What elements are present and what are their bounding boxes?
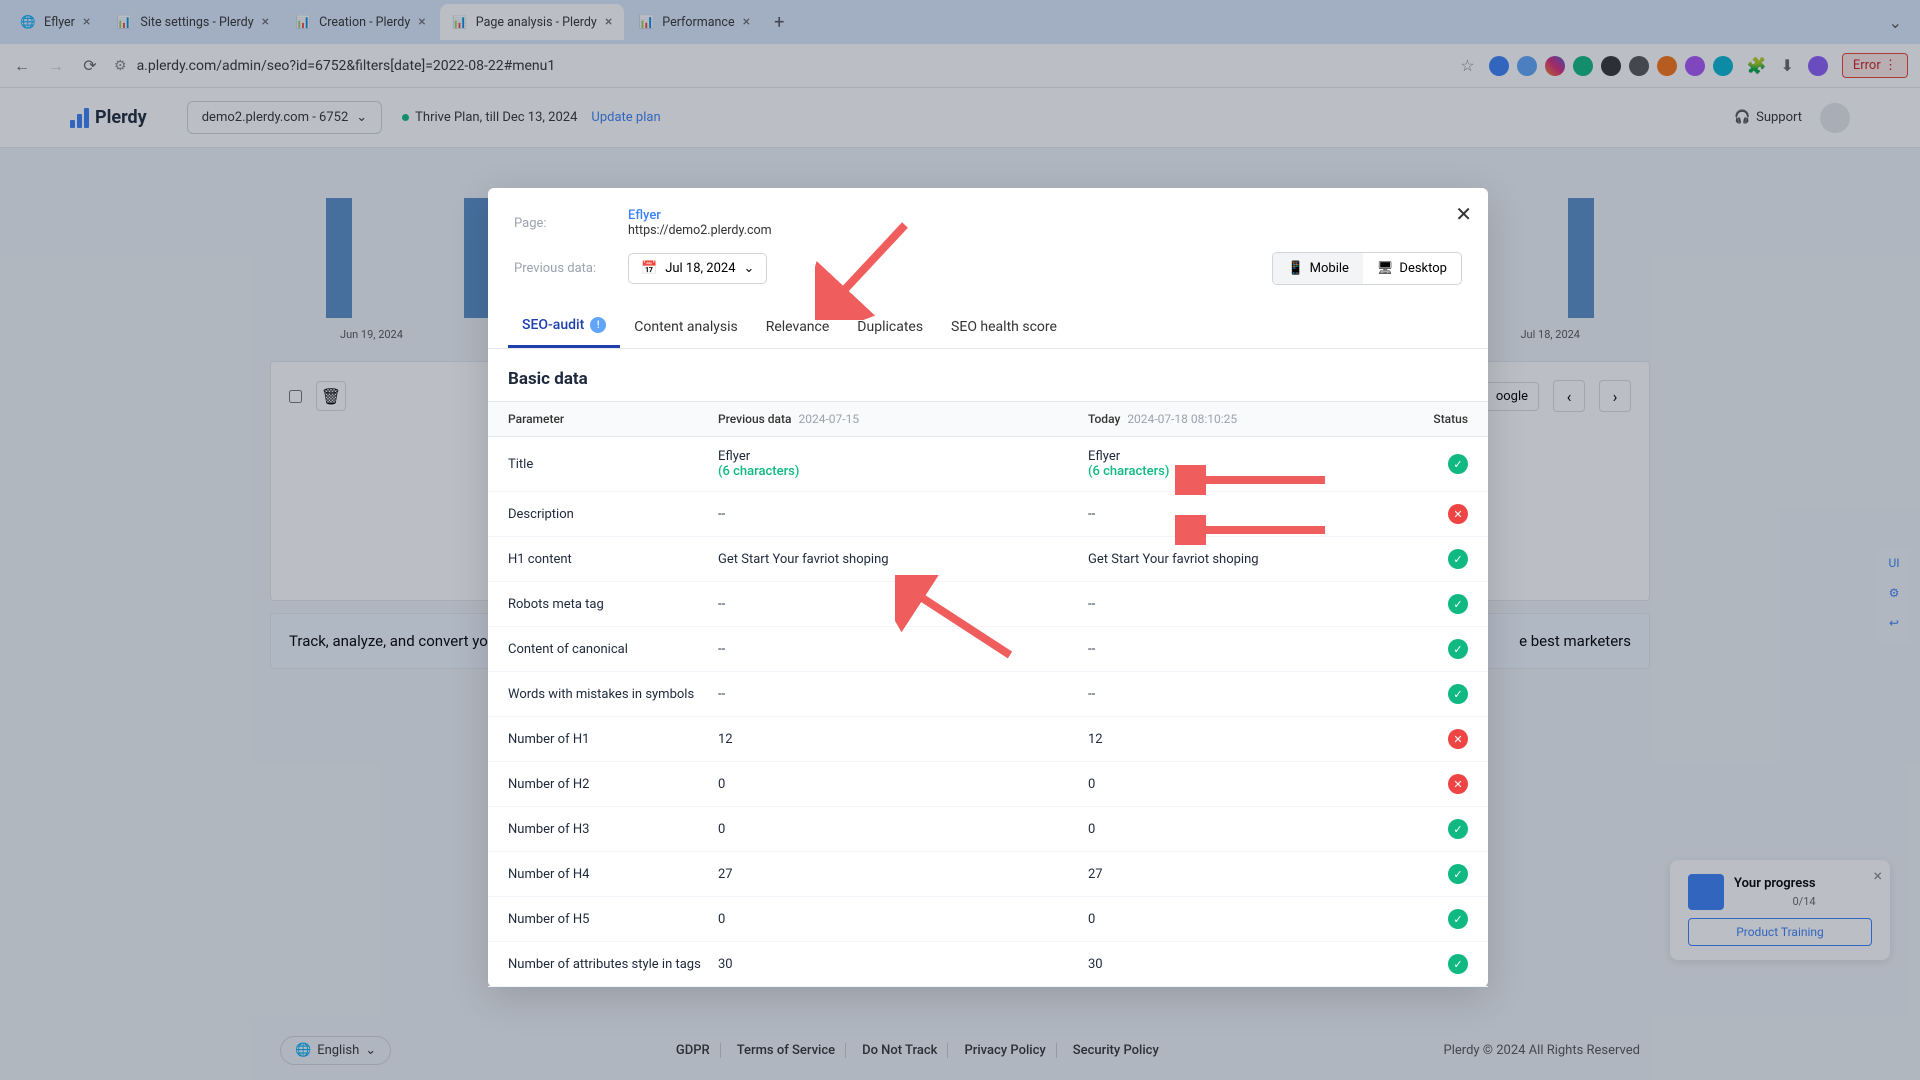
device-toggle: 📱 Mobile 🖥 Desktop	[1272, 252, 1462, 285]
tab-duplicates[interactable]: Duplicates	[843, 305, 937, 348]
cell-today: 30	[1088, 957, 1418, 972]
col-status: Status	[1433, 412, 1468, 426]
table-row: Words with mistakes in symbols----✓	[488, 672, 1488, 717]
status-ok-icon: ✓	[1448, 594, 1468, 614]
cell-prev: 27	[718, 867, 1088, 882]
table-row: TitleEflyer(6 characters)Eflyer(6 charac…	[488, 437, 1488, 492]
status-ok-icon: ✓	[1448, 639, 1468, 659]
seo-analysis-modal: ✕ Page: Eflyer https://demo2.plerdy.com …	[488, 188, 1488, 987]
tab-seo-health[interactable]: SEO health score	[937, 305, 1071, 348]
col-previous: Previous data	[718, 412, 792, 426]
mobile-label: Mobile	[1310, 261, 1349, 276]
status-ok-icon: ✓	[1448, 684, 1468, 704]
cell-param: Number of H3	[508, 822, 718, 837]
page-url: https://demo2.plerdy.com	[628, 223, 772, 238]
status-error-icon: ✕	[1448, 774, 1468, 794]
cell-today: --	[1088, 597, 1418, 612]
cell-param: Number of attributes style in tags	[508, 957, 718, 972]
cell-today: 0	[1088, 822, 1418, 837]
close-icon[interactable]: ✕	[1455, 202, 1472, 226]
cell-today: 27	[1088, 867, 1418, 882]
cell-prev: --	[718, 507, 1088, 522]
desktop-toggle[interactable]: 🖥 Desktop	[1363, 253, 1461, 284]
section-title: Basic data	[488, 349, 1488, 401]
cell-today: --	[1088, 507, 1418, 522]
status-error-icon: ✕	[1448, 504, 1468, 524]
cell-param: Number of H5	[508, 912, 718, 927]
cell-param: Title	[508, 457, 718, 472]
today-date: 2024-07-18 08:10:25	[1127, 412, 1237, 426]
cell-prev: 12	[718, 732, 1088, 747]
cell-prev: 30	[718, 957, 1088, 972]
table-row: H1 contentGet Start Your favriot shoping…	[488, 537, 1488, 582]
cell-today: 0	[1088, 912, 1418, 927]
prev-data-label: Previous data:	[514, 261, 628, 276]
cell-param: Robots meta tag	[508, 597, 718, 612]
cell-prev: 0	[718, 912, 1088, 927]
cell-param: Words with mistakes in symbols	[508, 687, 718, 702]
date-value: Jul 18, 2024	[665, 261, 735, 276]
table-body: TitleEflyer(6 characters)Eflyer(6 charac…	[488, 437, 1488, 987]
page-label: Page:	[514, 216, 628, 231]
cell-prev: Eflyer(6 characters)	[718, 449, 1088, 479]
table-header: Parameter Previous data 2024-07-15 Today…	[488, 401, 1488, 437]
mobile-toggle[interactable]: 📱 Mobile	[1273, 253, 1362, 284]
cell-today: Get Start Your favriot shoping	[1088, 552, 1418, 567]
status-ok-icon: ✓	[1448, 954, 1468, 974]
cell-param: Content of canonical	[508, 642, 718, 657]
table-row: Number of H500✓	[488, 897, 1488, 942]
cell-param: H1 content	[508, 552, 718, 567]
status-ok-icon: ✓	[1448, 549, 1468, 569]
mobile-icon: 📱	[1287, 261, 1303, 276]
cell-prev: --	[718, 687, 1088, 702]
status-ok-icon: ✓	[1448, 454, 1468, 474]
status-ok-icon: ✓	[1448, 909, 1468, 929]
cell-today: 12	[1088, 732, 1418, 747]
modal-tabs: SEO-audit ! Content analysis Relevance D…	[488, 305, 1488, 349]
calendar-icon: 📅	[641, 261, 657, 276]
table-row: Number of attributes style in tags3030✓	[488, 942, 1488, 987]
table-row: Number of H42727✓	[488, 852, 1488, 897]
cell-prev: --	[718, 597, 1088, 612]
cell-prev: 0	[718, 822, 1088, 837]
cell-prev: Get Start Your favriot shoping	[718, 552, 1088, 567]
tab-seo-audit[interactable]: SEO-audit !	[508, 305, 620, 348]
cell-param: Number of H1	[508, 732, 718, 747]
table-row: Number of H11212✕	[488, 717, 1488, 762]
desktop-label: Desktop	[1399, 261, 1447, 276]
table-row: Number of H300✓	[488, 807, 1488, 852]
table-row: Content of canonical----✓	[488, 627, 1488, 672]
cell-param: Number of H2	[508, 777, 718, 792]
desktop-icon: 🖥	[1377, 261, 1394, 276]
prev-date: 2024-07-15	[798, 412, 859, 426]
cell-today: Eflyer(6 characters)	[1088, 449, 1418, 479]
date-picker[interactable]: 📅 Jul 18, 2024 ⌄	[628, 253, 767, 284]
chevron-down-icon: ⌄	[744, 261, 755, 276]
alert-badge-icon: !	[590, 317, 606, 333]
cell-today: 0	[1088, 777, 1418, 792]
status-error-icon: ✕	[1448, 729, 1468, 749]
col-parameter: Parameter	[508, 412, 718, 426]
table-row: Number of H200✕	[488, 762, 1488, 807]
cell-param: Description	[508, 507, 718, 522]
status-ok-icon: ✓	[1448, 819, 1468, 839]
status-ok-icon: ✓	[1448, 864, 1468, 884]
page-name-link[interactable]: Eflyer	[628, 208, 772, 223]
tab-relevance[interactable]: Relevance	[752, 305, 844, 348]
col-today: Today	[1088, 412, 1120, 426]
table-row: Robots meta tag----✓	[488, 582, 1488, 627]
cell-param: Number of H4	[508, 867, 718, 882]
table-row: Description----✕	[488, 492, 1488, 537]
cell-today: --	[1088, 687, 1418, 702]
cell-today: --	[1088, 642, 1418, 657]
cell-prev: --	[718, 642, 1088, 657]
tab-content-analysis[interactable]: Content analysis	[620, 305, 751, 348]
cell-prev: 0	[718, 777, 1088, 792]
